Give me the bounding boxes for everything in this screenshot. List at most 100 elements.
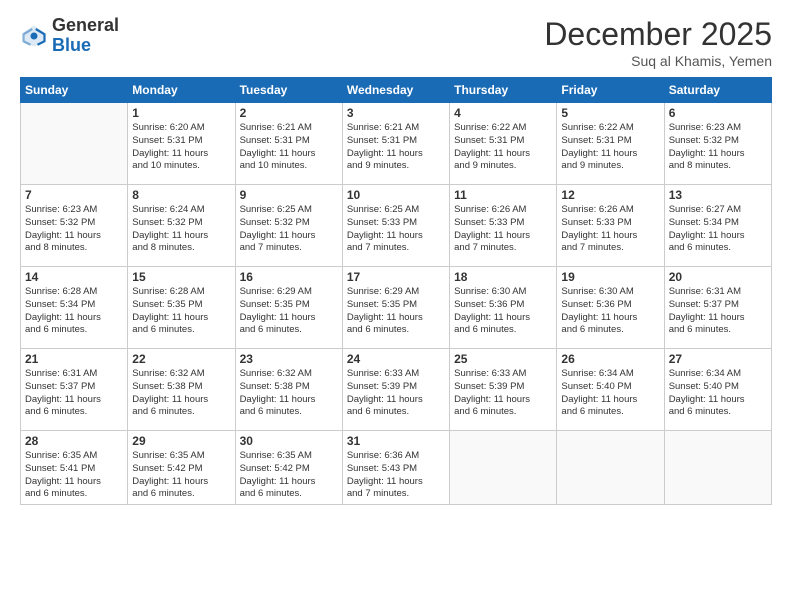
calendar-cell: 15 Sunrise: 6:28 AM Sunset: 5:35 PM Dayli… xyxy=(128,267,235,349)
day-info: Sunrise: 6:24 AM Sunset: 5:32 PM Dayligh… xyxy=(132,204,230,255)
day-number: 4 xyxy=(454,106,552,120)
logo: General Blue xyxy=(20,16,119,56)
calendar-cell: 8 Sunrise: 6:24 AM Sunset: 5:32 PM Daylig… xyxy=(128,185,235,267)
day-info: Sunrise: 6:26 AM Sunset: 5:33 PM Dayligh… xyxy=(454,204,552,255)
calendar-week-1: 1 Sunrise: 6:20 AM Sunset: 5:31 PM Daylig… xyxy=(21,103,772,185)
logo-icon xyxy=(20,22,48,50)
calendar-cell: 20Sunrise: 6:31 AM Sunset: 5:37 PM Dayli… xyxy=(664,267,771,349)
day-info: Sunrise: 6:35 AM Sunset: 5:41 PM Dayligh… xyxy=(25,450,123,501)
day-info: Sunrise: 6:20 AM Sunset: 5:31 PM Dayligh… xyxy=(132,122,230,173)
day-info: Sunrise: 6:33 AM Sunset: 5:39 PM Dayligh… xyxy=(454,368,552,419)
day-info: Sunrise: 6:36 AM Sunset: 5:43 PM Dayligh… xyxy=(347,450,445,501)
calendar-cell: 29 Sunrise: 6:35 AM Sunset: 5:42 PM Dayli… xyxy=(128,431,235,505)
calendar-cell xyxy=(557,431,664,505)
calendar-cell: 2 Sunrise: 6:21 AM Sunset: 5:31 PM Daylig… xyxy=(235,103,342,185)
calendar-cell: 19 Sunrise: 6:30 AM Sunset: 5:36 PM Dayli… xyxy=(557,267,664,349)
day-info: Sunrise: 6:30 AM Sunset: 5:36 PM Dayligh… xyxy=(454,286,552,337)
day-info: Sunrise: 6:32 AM Sunset: 5:38 PM Dayligh… xyxy=(240,368,338,419)
day-info: Sunrise: 6:26 AM Sunset: 5:33 PM Dayligh… xyxy=(561,204,659,255)
day-info: Sunrise: 6:29 AM Sunset: 5:35 PM Dayligh… xyxy=(240,286,338,337)
calendar-cell: 4 Sunrise: 6:22 AM Sunset: 5:31 PM Daylig… xyxy=(450,103,557,185)
day-info: Sunrise: 6:30 AM Sunset: 5:36 PM Dayligh… xyxy=(561,286,659,337)
day-number: 7 xyxy=(25,188,123,202)
calendar-cell: 6Sunrise: 6:23 AM Sunset: 5:32 PM Daylig… xyxy=(664,103,771,185)
day-number: 28 xyxy=(25,434,123,448)
calendar-cell: 10Sunrise: 6:25 AM Sunset: 5:33 PM Dayli… xyxy=(342,185,449,267)
calendar-cell: 7 Sunrise: 6:23 AM Sunset: 5:32 PM Daylig… xyxy=(21,185,128,267)
calendar-cell: 3Sunrise: 6:21 AM Sunset: 5:31 PM Daylig… xyxy=(342,103,449,185)
col-header-tuesday: Tuesday xyxy=(235,78,342,103)
day-number: 17 xyxy=(347,270,445,284)
calendar-cell xyxy=(450,431,557,505)
day-info: Sunrise: 6:35 AM Sunset: 5:42 PM Dayligh… xyxy=(132,450,230,501)
calendar-header-row: SundayMondayTuesdayWednesdayThursdayFrid… xyxy=(21,78,772,103)
calendar-cell: 12 Sunrise: 6:26 AM Sunset: 5:33 PM Dayli… xyxy=(557,185,664,267)
calendar-cell: 23 Sunrise: 6:32 AM Sunset: 5:38 PM Dayli… xyxy=(235,349,342,431)
day-number: 8 xyxy=(132,188,230,202)
calendar-cell: 13 Sunrise: 6:27 AM Sunset: 5:34 PM Dayli… xyxy=(664,185,771,267)
calendar-week-3: 14 Sunrise: 6:28 AM Sunset: 5:34 PM Dayli… xyxy=(21,267,772,349)
col-header-wednesday: Wednesday xyxy=(342,78,449,103)
day-number: 21 xyxy=(25,352,123,366)
calendar-week-2: 7 Sunrise: 6:23 AM Sunset: 5:32 PM Daylig… xyxy=(21,185,772,267)
calendar-cell: 22Sunrise: 6:32 AM Sunset: 5:38 PM Dayli… xyxy=(128,349,235,431)
day-number: 6 xyxy=(669,106,767,120)
calendar-cell: 14 Sunrise: 6:28 AM Sunset: 5:34 PM Dayli… xyxy=(21,267,128,349)
day-number: 25 xyxy=(454,352,552,366)
calendar-cell: 25 Sunrise: 6:33 AM Sunset: 5:39 PM Dayli… xyxy=(450,349,557,431)
day-number: 30 xyxy=(240,434,338,448)
calendar-cell: 24Sunrise: 6:33 AM Sunset: 5:39 PM Dayli… xyxy=(342,349,449,431)
col-header-friday: Friday xyxy=(557,78,664,103)
header: General Blue December 2025 Suq al Khamis… xyxy=(20,16,772,69)
day-number: 12 xyxy=(561,188,659,202)
calendar-cell: 17Sunrise: 6:29 AM Sunset: 5:35 PM Dayli… xyxy=(342,267,449,349)
day-number: 1 xyxy=(132,106,230,120)
day-info: Sunrise: 6:31 AM Sunset: 5:37 PM Dayligh… xyxy=(669,286,767,337)
day-number: 2 xyxy=(240,106,338,120)
day-number: 19 xyxy=(561,270,659,284)
day-number: 26 xyxy=(561,352,659,366)
day-info: Sunrise: 6:28 AM Sunset: 5:34 PM Dayligh… xyxy=(25,286,123,337)
calendar-cell: 28 Sunrise: 6:35 AM Sunset: 5:41 PM Dayli… xyxy=(21,431,128,505)
col-header-sunday: Sunday xyxy=(21,78,128,103)
day-number: 18 xyxy=(454,270,552,284)
calendar-cell: 1 Sunrise: 6:20 AM Sunset: 5:31 PM Daylig… xyxy=(128,103,235,185)
day-number: 5 xyxy=(561,106,659,120)
calendar-cell: 31 Sunrise: 6:36 AM Sunset: 5:43 PM Dayli… xyxy=(342,431,449,505)
day-info: Sunrise: 6:28 AM Sunset: 5:35 PM Dayligh… xyxy=(132,286,230,337)
day-number: 31 xyxy=(347,434,445,448)
day-info: Sunrise: 6:35 AM Sunset: 5:42 PM Dayligh… xyxy=(240,450,338,501)
day-number: 14 xyxy=(25,270,123,284)
day-number: 23 xyxy=(240,352,338,366)
day-info: Sunrise: 6:22 AM Sunset: 5:31 PM Dayligh… xyxy=(454,122,552,173)
calendar-week-5: 28 Sunrise: 6:35 AM Sunset: 5:41 PM Dayli… xyxy=(21,431,772,505)
day-number: 3 xyxy=(347,106,445,120)
day-number: 13 xyxy=(669,188,767,202)
day-number: 29 xyxy=(132,434,230,448)
title-block: December 2025 Suq al Khamis, Yemen xyxy=(544,16,772,69)
col-header-thursday: Thursday xyxy=(450,78,557,103)
day-number: 16 xyxy=(240,270,338,284)
day-info: Sunrise: 6:31 AM Sunset: 5:37 PM Dayligh… xyxy=(25,368,123,419)
calendar-table: SundayMondayTuesdayWednesdayThursdayFrid… xyxy=(20,77,772,505)
logo-text: General Blue xyxy=(52,16,119,56)
day-number: 9 xyxy=(240,188,338,202)
calendar-cell: 21 Sunrise: 6:31 AM Sunset: 5:37 PM Dayli… xyxy=(21,349,128,431)
day-number: 15 xyxy=(132,270,230,284)
col-header-monday: Monday xyxy=(128,78,235,103)
day-number: 27 xyxy=(669,352,767,366)
day-info: Sunrise: 6:21 AM Sunset: 5:31 PM Dayligh… xyxy=(240,122,338,173)
day-info: Sunrise: 6:22 AM Sunset: 5:31 PM Dayligh… xyxy=(561,122,659,173)
day-info: Sunrise: 6:34 AM Sunset: 5:40 PM Dayligh… xyxy=(669,368,767,419)
calendar-cell: 16 Sunrise: 6:29 AM Sunset: 5:35 PM Dayli… xyxy=(235,267,342,349)
calendar-cell: 9Sunrise: 6:25 AM Sunset: 5:32 PM Daylig… xyxy=(235,185,342,267)
day-info: Sunrise: 6:23 AM Sunset: 5:32 PM Dayligh… xyxy=(25,204,123,255)
calendar-cell: 5 Sunrise: 6:22 AM Sunset: 5:31 PM Daylig… xyxy=(557,103,664,185)
day-info: Sunrise: 6:27 AM Sunset: 5:34 PM Dayligh… xyxy=(669,204,767,255)
month-title: December 2025 xyxy=(544,16,772,53)
day-number: 11 xyxy=(454,188,552,202)
calendar-week-4: 21 Sunrise: 6:31 AM Sunset: 5:37 PM Dayli… xyxy=(21,349,772,431)
calendar-cell xyxy=(21,103,128,185)
col-header-saturday: Saturday xyxy=(664,78,771,103)
day-info: Sunrise: 6:25 AM Sunset: 5:33 PM Dayligh… xyxy=(347,204,445,255)
